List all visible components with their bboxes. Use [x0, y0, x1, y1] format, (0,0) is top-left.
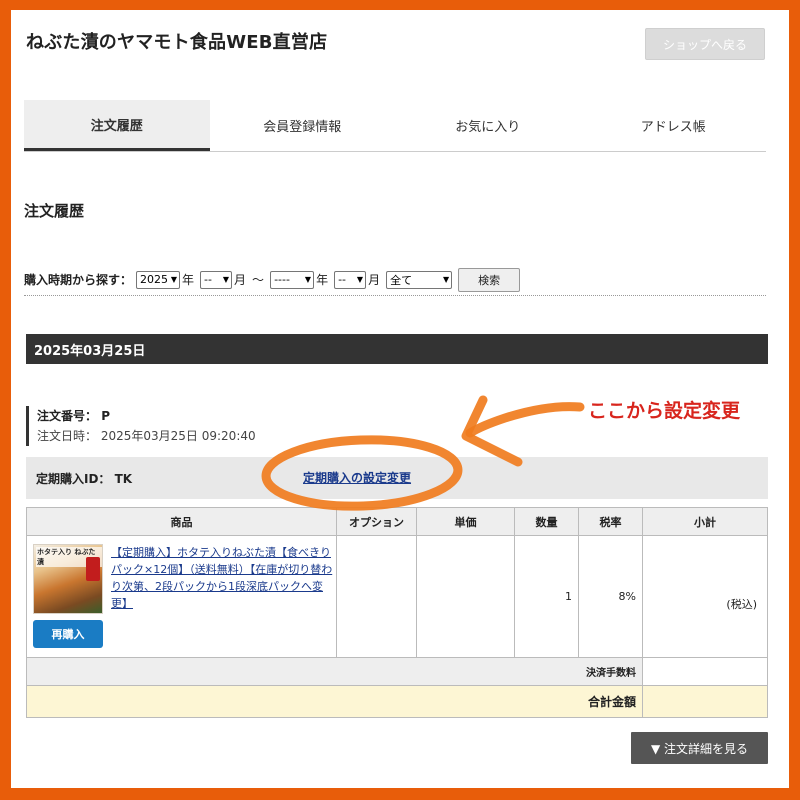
- col-subtotal: 小計: [642, 507, 768, 536]
- annotation-text: ここから設定変更: [588, 400, 741, 422]
- product-cell: ホタテ入り ねぶた漬 【定期購入】ホタテ入りねぶた漬【食べきりパック×12個】（…: [26, 535, 337, 658]
- shop-title: ねぶた漬のヤマモト食品WEB直営店: [26, 32, 328, 53]
- month-from-value: --: [204, 273, 212, 286]
- fee-row: 決済手数料: [26, 657, 768, 686]
- chevron-down-icon: ▼: [304, 275, 312, 284]
- col-qty: 数量: [514, 507, 579, 536]
- order-datetime: 注文日時： 2025年03月25日 09:20:40: [37, 426, 256, 446]
- chevron-down-icon: ▼: [222, 275, 230, 284]
- search-button[interactable]: 検索: [458, 267, 521, 292]
- col-unit-price: 単価: [416, 507, 515, 536]
- thumbnail-badge: [86, 557, 100, 581]
- rebuy-button[interactable]: 再購入: [33, 620, 103, 648]
- order-number-label: 注文番号：: [37, 409, 98, 423]
- year-to-select[interactable]: ---- ▼: [270, 270, 315, 289]
- tab-order-history[interactable]: 注文履歴: [24, 100, 210, 151]
- option-cell: [336, 535, 417, 658]
- year-to-value: ----: [274, 273, 290, 286]
- order-search-bar: 購入時期から探す： 2025 ▼ 年 -- ▼ 月 ～ ---- ▼ 年 -- …: [24, 264, 766, 296]
- section-title: 注文履歴: [24, 202, 85, 220]
- range-tilde: ～: [252, 273, 265, 287]
- chevron-down-icon: ▼: [442, 275, 450, 284]
- month-from-select[interactable]: -- ▼: [200, 270, 233, 289]
- chevron-down-icon: ▼: [356, 275, 364, 284]
- subscription-id-label: 定期購入ID：: [36, 472, 111, 486]
- order-info: 注文番号： P 注文日時： 2025年03月25日 09:20:40: [26, 406, 256, 446]
- order-date-header: 2025年03月25日: [26, 334, 768, 364]
- tab-member-info[interactable]: 会員登録情報: [210, 100, 396, 151]
- status-select[interactable]: 全て ▼: [386, 270, 453, 289]
- month-to-value: --: [338, 273, 347, 286]
- tab-address-book[interactable]: アドレス帳: [581, 100, 767, 151]
- product-thumbnail[interactable]: ホタテ入り ねぶた漬: [33, 544, 103, 614]
- subscription-row: 定期購入ID： TK 定期購入の設定変更: [26, 457, 768, 499]
- year-from-select[interactable]: 2025 ▼: [136, 270, 181, 289]
- table-row: ホタテ入り ねぶた漬 【定期購入】ホタテ入りねぶた漬【食べきりパック×12個】（…: [26, 535, 768, 658]
- month-to-select[interactable]: -- ▼: [334, 270, 367, 289]
- subscription-settings-link[interactable]: 定期購入の設定変更: [303, 469, 411, 486]
- col-option: オプション: [336, 507, 417, 536]
- fee-value: [642, 657, 768, 686]
- month-unit: 月: [368, 273, 381, 287]
- fee-label: 決済手数料: [26, 657, 643, 686]
- order-datetime-value: 2025年03月25日 09:20:40: [100, 429, 256, 443]
- order-items-table: 商品 オプション 単価 数量 税率 小計 ホタテ入り ねぶた漬 【定期購入】ホタ…: [26, 507, 768, 718]
- chevron-down-icon: ▼: [170, 275, 178, 284]
- year-unit: 年: [182, 273, 195, 287]
- status-value: 全て: [390, 273, 413, 287]
- tab-favorites[interactable]: お気に入り: [395, 100, 581, 151]
- account-tabs: 注文履歴 会員登録情報 お気に入り アドレス帳: [24, 100, 766, 152]
- total-label: 合計金額: [26, 685, 643, 718]
- subscription-id-value: TK: [114, 472, 133, 486]
- back-to-shop-button[interactable]: ショップへ戻る: [645, 28, 765, 60]
- total-value: [642, 685, 768, 718]
- order-detail-button[interactable]: ▼ 注文詳細を見る: [631, 732, 768, 764]
- year-unit: 年: [316, 273, 329, 287]
- table-header-row: 商品 オプション 単価 数量 税率 小計: [26, 507, 768, 536]
- search-label: 購入時期から探す：: [24, 273, 133, 287]
- subscription-id: 定期購入ID： TK: [36, 470, 132, 487]
- tax-rate-cell: 8%: [578, 535, 643, 658]
- order-number-value: P: [101, 409, 110, 423]
- total-row: 合計金額: [26, 685, 768, 718]
- month-unit: 月: [234, 273, 247, 287]
- unit-price-cell: [416, 535, 515, 658]
- page-frame: ねぶた漬のヤマモト食品WEB直営店 ショップへ戻る 注文履歴 会員登録情報 お気…: [11, 10, 789, 788]
- order-number: 注文番号： P: [37, 406, 256, 426]
- col-product: 商品: [26, 507, 337, 536]
- subtotal-cell: (税込): [642, 535, 768, 658]
- qty-cell: 1: [514, 535, 579, 658]
- year-from-value: 2025: [140, 273, 169, 286]
- product-name-link[interactable]: 【定期購入】ホタテ入りねぶた漬【食べきりパック×12個】（送料無料）【在庫が切り…: [111, 544, 333, 612]
- order-datetime-label: 注文日時：: [37, 429, 98, 443]
- col-tax-rate: 税率: [578, 507, 643, 536]
